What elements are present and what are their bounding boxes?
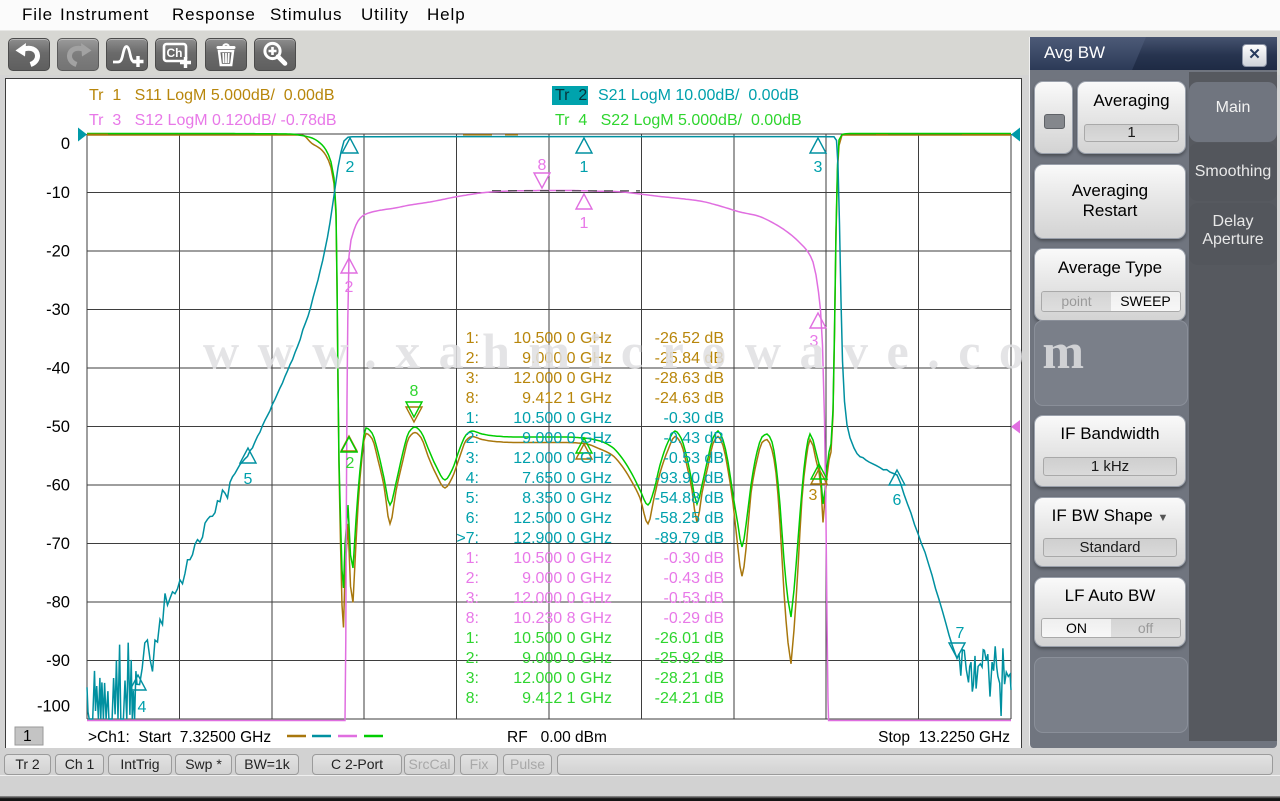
svg-text:0: 0 — [61, 135, 70, 153]
svg-text:1: 1 — [580, 159, 589, 176]
svg-text:3: 3 — [809, 487, 818, 504]
svg-text:-24.21 dB: -24.21 dB — [655, 690, 724, 707]
svg-text:8:: 8: — [466, 610, 479, 627]
svg-text:8.350 0 GHz: 8.350 0 GHz — [522, 490, 612, 507]
svg-text:2:: 2: — [466, 650, 479, 667]
svg-text:-89.79 dB: -89.79 dB — [655, 530, 724, 547]
svg-text:-50: -50 — [46, 418, 70, 436]
svg-text:8:: 8: — [466, 390, 479, 407]
svg-text:-0.43 dB: -0.43 dB — [664, 570, 724, 587]
svg-text:9.412 1 GHz: 9.412 1 GHz — [522, 390, 612, 407]
svg-text:-60: -60 — [46, 477, 70, 495]
svg-text:1: 1 — [580, 215, 589, 232]
svg-text:-24.63 dB: -24.63 dB — [655, 390, 724, 407]
svg-text:-70: -70 — [46, 535, 70, 553]
svg-text:10.500 0 GHz: 10.500 0 GHz — [513, 410, 612, 427]
svg-text:-40: -40 — [46, 360, 70, 378]
svg-text:-0.43 dB: -0.43 dB — [664, 430, 724, 447]
svg-text:2: 2 — [346, 455, 355, 472]
svg-text:5: 5 — [244, 471, 253, 488]
svg-text:Tr 4 S22 LogM 5.000dB/ 0.0: Tr 4 S22 LogM 5.000dB/ 0.00dB — [555, 112, 802, 129]
svg-text:-100: -100 — [37, 698, 70, 716]
svg-text:-58.25 dB: -58.25 dB — [655, 510, 724, 527]
svg-text:3:: 3: — [466, 590, 479, 607]
svg-text:>Ch1: Start 7.32500 GHz: >Ch1: Start 7.32500 GHz — [88, 729, 271, 746]
svg-text:10.230 8 GHz: 10.230 8 GHz — [513, 610, 612, 627]
svg-text:Stop 13.2250 GHz: Stop 13.2250 GHz — [878, 729, 1010, 746]
svg-text:-28.21 dB: -28.21 dB — [655, 670, 724, 687]
svg-text:-80: -80 — [46, 594, 70, 612]
svg-text:2: 2 — [346, 159, 355, 176]
svg-text:6: 6 — [893, 492, 902, 509]
svg-text:1:: 1: — [466, 410, 479, 427]
svg-text:2: 2 — [345, 279, 354, 296]
svg-text:-90: -90 — [46, 652, 70, 670]
svg-text:8:: 8: — [466, 690, 479, 707]
svg-text:12.500 0 GHz: 12.500 0 GHz — [513, 510, 612, 527]
svg-text:12.000 0 GHz: 12.000 0 GHz — [513, 670, 612, 687]
svg-text:9.000 0 GHz: 9.000 0 GHz — [522, 430, 612, 447]
svg-text:-30: -30 — [46, 301, 70, 319]
svg-text:8: 8 — [410, 383, 419, 400]
svg-text:-10: -10 — [46, 184, 70, 202]
svg-text:8: 8 — [538, 157, 547, 174]
svg-text:10.500 0 GHz: 10.500 0 GHz — [513, 630, 612, 647]
svg-text:RF 0.00 dBm: RF 0.00 dBm — [507, 729, 607, 746]
svg-text:1:: 1: — [466, 550, 479, 567]
svg-text:-0.30 dB: -0.30 dB — [664, 550, 724, 567]
svg-text:Tr 2: Tr 2 — [555, 87, 587, 104]
svg-text:-0.29 dB: -0.29 dB — [664, 610, 724, 627]
svg-text:10.500 0 GHz: 10.500 0 GHz — [513, 550, 612, 567]
svg-text:12.900 0 GHz: 12.900 0 GHz — [513, 530, 612, 547]
svg-text:Tr 3 S12 LogM 0.120dB/ -0.7: Tr 3 S12 LogM 0.120dB/ -0.78dB — [89, 112, 337, 129]
svg-text:-93.90 dB: -93.90 dB — [655, 470, 724, 487]
svg-text:5:: 5: — [466, 490, 479, 507]
svg-text:7: 7 — [956, 625, 965, 642]
svg-text:Tr 1 S11 LogM 5.000dB/ 0.0: Tr 1 S11 LogM 5.000dB/ 0.00dB — [89, 87, 334, 104]
svg-text:-0.53 dB: -0.53 dB — [664, 590, 724, 607]
svg-text:9.412 1 GHz: 9.412 1 GHz — [522, 690, 612, 707]
svg-text:3: 3 — [814, 159, 823, 176]
svg-text:-26.01 dB: -26.01 dB — [655, 630, 724, 647]
svg-text:2:: 2: — [466, 430, 479, 447]
svg-text:-20: -20 — [46, 243, 70, 261]
svg-text:1:: 1: — [466, 630, 479, 647]
svg-text:2:: 2: — [466, 570, 479, 587]
svg-text:1: 1 — [23, 728, 32, 745]
svg-text:9.000 0 GHz: 9.000 0 GHz — [522, 650, 612, 667]
svg-text:9.000 0 GHz: 9.000 0 GHz — [522, 570, 612, 587]
svg-text:4: 4 — [138, 699, 147, 716]
svg-text:3:: 3: — [466, 670, 479, 687]
svg-text:-54.88 dB: -54.88 dB — [655, 490, 724, 507]
svg-text:-25.92 dB: -25.92 dB — [655, 650, 724, 667]
svg-text:S21 LogM 10.00dB/ 0.00dB: S21 LogM 10.00dB/ 0.00dB — [598, 87, 799, 104]
svg-text:7.650 0 GHz: 7.650 0 GHz — [522, 470, 612, 487]
svg-text:12.000 0 GHz: 12.000 0 GHz — [513, 450, 612, 467]
svg-text:6:: 6: — [466, 510, 479, 527]
svg-text:-0.30 dB: -0.30 dB — [664, 410, 724, 427]
svg-text:-0.53 dB: -0.53 dB — [664, 450, 724, 467]
svg-text:12.000 0 GHz: 12.000 0 GHz — [513, 590, 612, 607]
svg-text:3:: 3: — [466, 450, 479, 467]
svg-text:4:: 4: — [466, 470, 479, 487]
svg-text:>7:: >7: — [456, 530, 479, 547]
